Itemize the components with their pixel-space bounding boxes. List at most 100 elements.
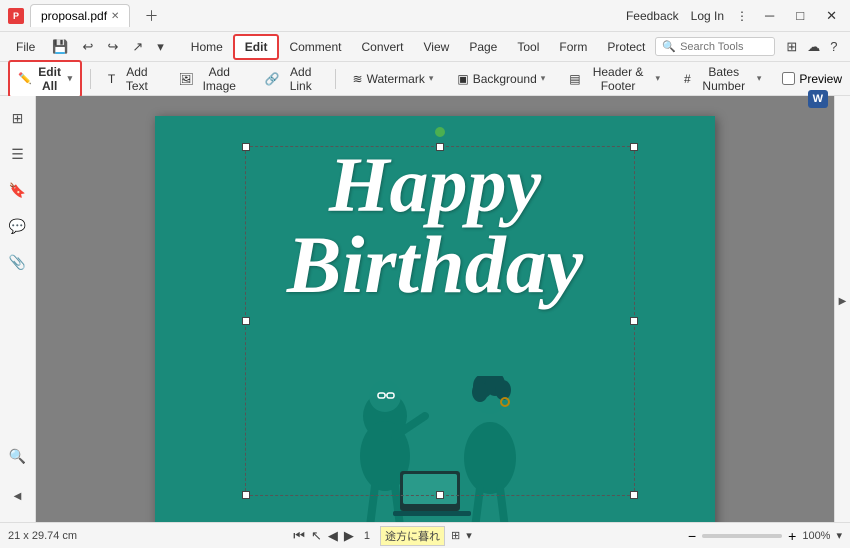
menu-protect[interactable]: Protect <box>597 36 655 58</box>
bates-label: Bates Number <box>695 65 753 93</box>
tab-close-icon[interactable]: ✕ <box>111 11 119 22</box>
handle-rotate[interactable] <box>435 127 445 137</box>
add-text-icon: T <box>108 72 115 86</box>
feedback-link[interactable]: Feedback <box>626 9 679 23</box>
handle-mid-left[interactable] <box>242 317 250 325</box>
login-link[interactable]: Log In <box>691 9 724 23</box>
word-icon[interactable]: W <box>808 96 828 108</box>
handle-bot-right[interactable] <box>630 491 638 499</box>
handle-mid-right[interactable] <box>630 317 638 325</box>
help-icon[interactable]: ? <box>825 37 842 56</box>
external-link-icon[interactable]: ⊞ <box>781 37 802 57</box>
dropdown-icon[interactable]: ▾ <box>152 37 169 57</box>
handle-bot-center[interactable] <box>436 491 444 499</box>
header-footer-button[interactable]: ▤ Header & Footer ▾ <box>560 61 669 97</box>
menu-comment[interactable]: Comment <box>279 36 351 58</box>
menu-file[interactable]: File <box>8 36 43 58</box>
status-bar: 21 x 29.74 cm ⏮ ↖ ◀ ▶ 1 途方に暮れ ⊞ ▾ − + 10… <box>0 522 850 548</box>
minimize-button[interactable]: ─ <box>760 8 779 23</box>
handle-top-left[interactable] <box>242 143 250 151</box>
zoom-slider[interactable] <box>702 534 782 538</box>
save-icon[interactable]: 💾 <box>47 37 73 57</box>
sidebar-search-icon[interactable]: 🔍 <box>4 442 32 470</box>
search-tools-box[interactable]: 🔍 <box>655 37 775 56</box>
edit-icon: ✏️ <box>18 72 32 85</box>
app-icon: P <box>8 8 24 24</box>
add-link-label: Add Link <box>284 65 318 93</box>
cloud-icon[interactable]: ☁ <box>802 37 825 57</box>
toolbar-icons: File 💾 ↩ ↪ ↗ ▾ <box>8 36 169 58</box>
preview-label: Preview <box>799 72 842 86</box>
zoom-out-button[interactable]: − <box>688 528 696 544</box>
share-icon[interactable]: ↗ <box>127 37 148 57</box>
handle-bot-left[interactable] <box>242 491 250 499</box>
bates-number-button[interactable]: # Bates Number ▾ <box>675 61 770 97</box>
zoom-dropdown-icon[interactable]: ▾ <box>836 529 842 542</box>
main-area: ⊞ ☰ 🔖 💬 📎 🔍 ◀ Happy <box>0 96 850 522</box>
page-number: 1 <box>360 530 374 542</box>
edit-all-button[interactable]: ✏️ Edit All ▾ <box>8 60 82 98</box>
background-icon: ▣ <box>457 72 468 86</box>
maximize-button[interactable]: □ <box>791 8 809 23</box>
handle-top-center[interactable] <box>436 143 444 151</box>
close-button[interactable]: ✕ <box>821 8 842 24</box>
view-options-arrow[interactable]: ▾ <box>466 529 472 542</box>
new-tab-button[interactable]: ＋ <box>136 2 166 30</box>
status-center: ⏮ ↖ ◀ ▶ 1 途方に暮れ ⊞ ▾ <box>85 526 680 546</box>
title-bar-right: Feedback Log In ⋮ ─ □ ✕ <box>626 8 842 24</box>
header-footer-icon: ▤ <box>569 72 580 86</box>
zoom-in-button[interactable]: + <box>788 528 796 544</box>
menu-view[interactable]: View <box>414 36 460 58</box>
add-link-button[interactable]: 🔗 Add Link <box>256 61 327 97</box>
redo-icon[interactable]: ↪ <box>102 37 123 57</box>
first-page-button[interactable]: ⏮ <box>293 528 305 544</box>
watermark-label: Watermark <box>367 72 425 86</box>
sidebar-collapse-arrow[interactable]: ◀ <box>10 478 26 514</box>
title-bar-left: P proposal.pdf ✕ ＋ <box>8 2 166 30</box>
sidebar-comment-icon[interactable]: 💬 <box>4 212 32 240</box>
menu-tool[interactable]: Tool <box>507 36 549 58</box>
sidebar-panel-icon[interactable]: ⊞ <box>4 104 32 132</box>
cursor-mode-button[interactable]: ↖ <box>311 528 322 544</box>
add-text-button[interactable]: T Add Text <box>99 61 164 97</box>
add-image-button[interactable]: 🖼 Add Image <box>170 61 250 97</box>
menu-convert[interactable]: Convert <box>351 36 413 58</box>
menu-page[interactable]: Page <box>459 36 507 58</box>
sidebar-attachment-icon[interactable]: 📎 <box>4 248 32 276</box>
prev-page-button[interactable]: ◀ <box>328 528 338 544</box>
header-footer-label: Header & Footer <box>585 65 652 93</box>
right-sidebar: ▶ <box>834 96 850 522</box>
handle-top-right[interactable] <box>630 143 638 151</box>
zoom-level: 100% <box>802 530 830 542</box>
more-options-icon[interactable]: ⋮ <box>736 9 748 23</box>
background-button[interactable]: ▣ Background ▾ <box>448 68 554 90</box>
status-right: − + 100% ▾ <box>688 528 842 544</box>
background-arrow: ▾ <box>541 73 546 84</box>
left-sidebar: ⊞ ☰ 🔖 💬 📎 🔍 ◀ <box>0 96 36 522</box>
sidebar-bookmark-icon[interactable]: 🔖 <box>4 176 32 204</box>
right-collapse-arrow[interactable]: ▶ <box>839 296 847 307</box>
bates-icon: # <box>684 72 691 86</box>
pdf-page: Happy Birthday <box>155 116 715 522</box>
search-tools-input[interactable] <box>680 41 770 53</box>
japanese-text[interactable]: 途方に暮れ <box>380 526 445 546</box>
menu-form[interactable]: Form <box>549 36 597 58</box>
pdf-viewer[interactable]: Happy Birthday <box>36 96 834 522</box>
menu-items: Home Edit Comment Convert View Page Tool… <box>181 34 656 60</box>
tab-item[interactable]: proposal.pdf ✕ <box>30 4 130 27</box>
selection-box[interactable] <box>245 146 635 496</box>
toolbar-sep-1 <box>90 69 91 89</box>
sidebar-thumbnail-icon[interactable]: ☰ <box>4 140 32 168</box>
watermark-button[interactable]: ≋ Watermark ▾ <box>344 68 443 90</box>
preview-checkbox[interactable] <box>782 72 795 85</box>
menu-edit[interactable]: Edit <box>233 34 280 60</box>
add-image-icon: 🖼 <box>179 72 194 86</box>
title-bar: P proposal.pdf ✕ ＋ Feedback Log In ⋮ ─ □… <box>0 0 850 32</box>
undo-icon[interactable]: ↩ <box>78 37 99 57</box>
header-footer-arrow: ▾ <box>656 73 661 84</box>
watermark-arrow: ▾ <box>429 73 434 84</box>
next-page-button[interactable]: ▶ <box>344 528 354 544</box>
menu-home[interactable]: Home <box>181 36 233 58</box>
add-text-label: Add Text <box>119 65 154 93</box>
preview-toggle: Preview <box>782 72 842 86</box>
